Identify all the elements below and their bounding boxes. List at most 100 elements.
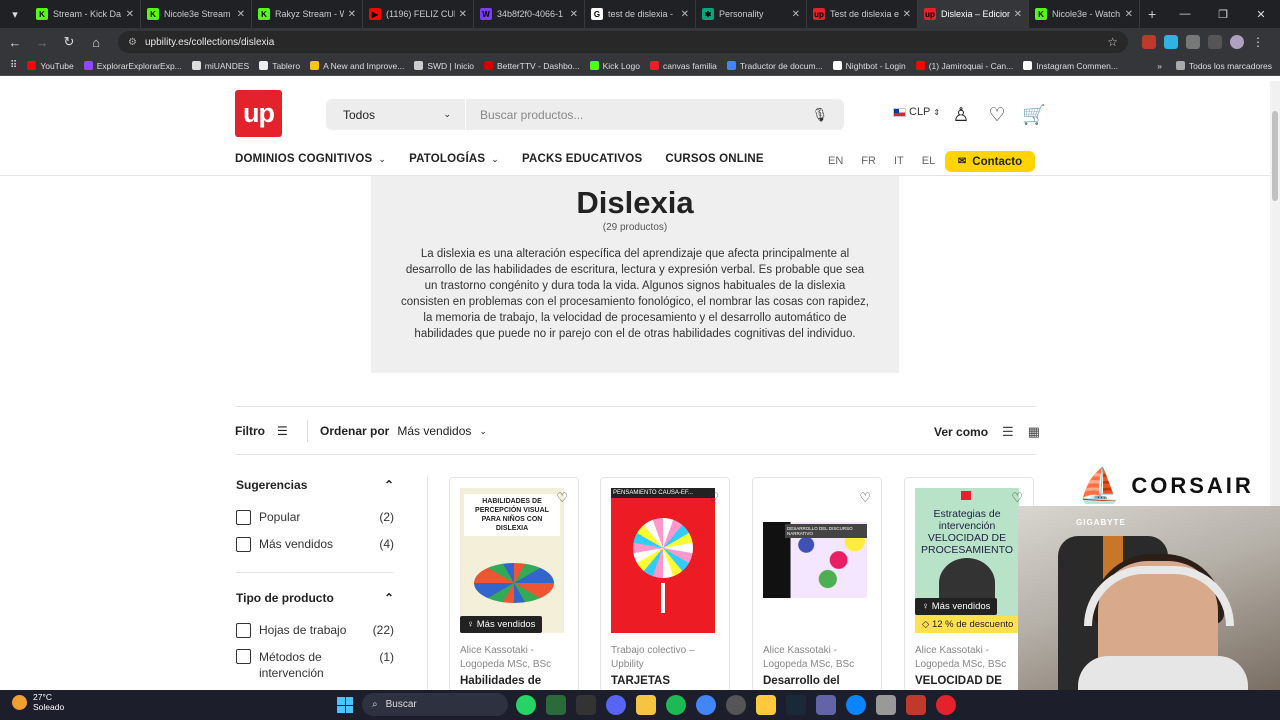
extension-icon[interactable] bbox=[1164, 35, 1178, 49]
close-tab-icon[interactable]: ✕ bbox=[348, 9, 356, 20]
spotify-icon[interactable] bbox=[666, 695, 686, 715]
checkbox[interactable] bbox=[236, 623, 251, 638]
teams-icon[interactable] bbox=[816, 695, 836, 715]
opera-icon[interactable] bbox=[936, 695, 956, 715]
search-category-select[interactable]: Todos ⌄ bbox=[326, 99, 466, 130]
app-icon[interactable] bbox=[846, 695, 866, 715]
bookmark-star-icon[interactable]: ☆ bbox=[1107, 35, 1118, 49]
apps-grid-icon[interactable]: ⠿ bbox=[10, 60, 17, 71]
list-view-icon[interactable]: ☰ bbox=[1002, 424, 1014, 440]
product-card[interactable]: HABILIDADES DE PERCEPCIÓN VISUAL PARA NI… bbox=[449, 477, 579, 690]
filter-option[interactable]: Más vendidos (4) bbox=[236, 537, 394, 552]
close-tab-icon[interactable]: ✕ bbox=[459, 9, 467, 20]
close-tab-icon[interactable]: ✕ bbox=[792, 9, 800, 20]
menu-item-cursos[interactable]: CURSOS ONLINE bbox=[665, 153, 763, 165]
url-bar[interactable]: ⚙ upbility.es/collections/dislexia ☆ bbox=[118, 31, 1128, 53]
excel-icon[interactable] bbox=[546, 695, 566, 715]
product-title[interactable]: VELOCIDAD DE bbox=[915, 675, 1002, 687]
search-input[interactable] bbox=[466, 107, 796, 122]
media-icon[interactable] bbox=[1208, 35, 1222, 49]
close-window-icon[interactable]: ✕ bbox=[1242, 8, 1280, 21]
menu-item-patologias[interactable]: PATOLOGÍAS ⌄ bbox=[409, 153, 499, 165]
obs-icon[interactable] bbox=[726, 695, 746, 715]
contact-button[interactable]: ✉ Contacto bbox=[945, 151, 1035, 172]
browser-tab[interactable]: ▶ (1196) FELIZ CUM ✕ bbox=[363, 0, 474, 28]
app-icon[interactable] bbox=[906, 695, 926, 715]
grid-view-icon[interactable]: ▦ bbox=[1028, 424, 1040, 440]
browser-tab[interactable]: K Rakyz Stream - W ✕ bbox=[252, 0, 363, 28]
product-image[interactable]: DESARROLLO DEL DISCURSO NARRATIVO bbox=[763, 488, 867, 633]
product-card[interactable]: DESARROLLO DEL DISCURSO NARRATIVO ♡ Alic… bbox=[752, 477, 882, 690]
close-tab-icon[interactable]: ✕ bbox=[1014, 9, 1022, 20]
filter-toggle[interactable]: Filtro ☰ bbox=[235, 424, 288, 438]
currency-selector[interactable]: CLP ⇕ bbox=[893, 106, 940, 118]
menu-dots-icon[interactable]: ⋮ bbox=[1252, 35, 1264, 49]
product-card[interactable]: Estrategias de intervención VELOCIDAD DE… bbox=[904, 477, 1034, 690]
notes-icon[interactable] bbox=[756, 695, 776, 715]
browser-tab[interactable]: K Nicole3e - Watch ✕ bbox=[1029, 0, 1140, 28]
bookmark-item[interactable]: Traductor de docum... bbox=[726, 61, 823, 71]
bookmark-item[interactable]: Nightbot - Login bbox=[832, 61, 906, 71]
whatsapp-icon[interactable] bbox=[516, 695, 536, 715]
filter-option[interactable]: Métodos de intervención (1) bbox=[236, 649, 394, 681]
back-icon[interactable]: ← bbox=[3, 35, 27, 50]
profile-avatar[interactable] bbox=[1230, 35, 1244, 49]
all-bookmarks-folder[interactable]: Todos los marcadores bbox=[1175, 61, 1272, 71]
filter-option[interactable]: Hojas de trabajo (22) bbox=[236, 623, 394, 638]
chrome-icon[interactable] bbox=[696, 695, 716, 715]
bookmark-item[interactable]: canvas familia bbox=[649, 61, 717, 71]
browser-tab[interactable]: up Test de dislexia en ✕ bbox=[807, 0, 918, 28]
cart-icon[interactable]: 🛒 bbox=[1022, 103, 1046, 127]
tab-search-icon[interactable]: ▾ bbox=[3, 2, 27, 26]
lang-fr[interactable]: FR bbox=[861, 155, 876, 167]
microphone-icon[interactable]: 🎙 bbox=[811, 107, 828, 123]
browser-tab[interactable]: up Dislexia – Edicion ✕ bbox=[918, 0, 1029, 28]
folder-icon[interactable] bbox=[636, 695, 656, 715]
browser-tab[interactable]: ✱ Personality ✕ bbox=[696, 0, 807, 28]
filter-option[interactable]: Popular (2) bbox=[236, 510, 394, 525]
lang-en[interactable]: EN bbox=[828, 155, 843, 167]
product-title[interactable]: Desarrollo del bbox=[763, 675, 840, 687]
wishlist-heart-icon[interactable]: ♡ bbox=[986, 104, 1008, 127]
bookmark-item[interactable]: ExplorarExplorarExp... bbox=[83, 61, 182, 71]
account-icon[interactable]: ♙ bbox=[950, 104, 972, 127]
menu-item-packs[interactable]: PACKS EDUCATIVOS bbox=[522, 153, 642, 165]
upbility-logo[interactable]: up bbox=[235, 90, 282, 137]
bookmark-item[interactable]: SWD | Inicio bbox=[414, 61, 474, 71]
bookmark-item[interactable]: BetterTTV - Dashbo... bbox=[483, 61, 580, 71]
checkbox[interactable] bbox=[236, 537, 251, 552]
steam-icon[interactable] bbox=[786, 695, 806, 715]
restore-icon[interactable]: ❐ bbox=[1204, 8, 1242, 21]
close-tab-icon[interactable]: ✕ bbox=[126, 9, 134, 20]
product-image[interactable]: PENSAMIENTO CAUSA-EF... bbox=[611, 488, 715, 633]
forward-icon[interactable]: → bbox=[30, 35, 54, 50]
close-tab-icon[interactable]: ✕ bbox=[570, 9, 578, 20]
start-windows-icon[interactable] bbox=[337, 697, 353, 713]
wishlist-heart-icon[interactable]: ♡ bbox=[859, 490, 871, 506]
product-card[interactable]: PENSAMIENTO CAUSA-EF... ♡ Trabajo colect… bbox=[600, 477, 730, 690]
bookmark-item[interactable]: miUANDES bbox=[191, 61, 249, 71]
close-tab-icon[interactable]: ✕ bbox=[237, 9, 245, 20]
wishlist-heart-icon[interactable]: ♡ bbox=[556, 490, 568, 506]
wishlist-heart-icon[interactable]: ♡ bbox=[707, 490, 719, 506]
filter-section-sugerencias[interactable]: Sugerencias ⌃ bbox=[236, 478, 394, 492]
wishlist-heart-icon[interactable]: ♡ bbox=[1011, 490, 1023, 506]
calculator-icon[interactable] bbox=[876, 695, 896, 715]
product-title[interactable]: Habilidades de bbox=[460, 675, 541, 687]
reload-icon[interactable]: ↻ bbox=[57, 34, 81, 50]
browser-tab[interactable]: K Nicole3e Stream ✕ bbox=[141, 0, 252, 28]
close-tab-icon[interactable]: ✕ bbox=[903, 9, 911, 20]
checkbox[interactable] bbox=[236, 649, 251, 664]
bookmark-item[interactable]: YouTube bbox=[27, 61, 74, 71]
lang-el[interactable]: EL bbox=[922, 155, 935, 167]
new-tab-icon[interactable]: + bbox=[1148, 6, 1156, 22]
more-bookmarks-icon[interactable]: » bbox=[1157, 61, 1162, 71]
minimize-icon[interactable]: — bbox=[1166, 8, 1204, 20]
bookmark-item[interactable]: Instagram Commen... bbox=[1023, 61, 1118, 71]
weather-widget[interactable]: 27°C Soleado bbox=[12, 692, 64, 712]
bookmark-item[interactable]: A New and Improve... bbox=[310, 61, 404, 71]
filter-section-tipo[interactable]: Tipo de producto ⌃ bbox=[236, 591, 394, 605]
browser-tab[interactable]: Gtest de dislexia - ✕ bbox=[585, 0, 696, 28]
discord-icon[interactable] bbox=[606, 695, 626, 715]
lang-it[interactable]: IT bbox=[894, 155, 904, 167]
